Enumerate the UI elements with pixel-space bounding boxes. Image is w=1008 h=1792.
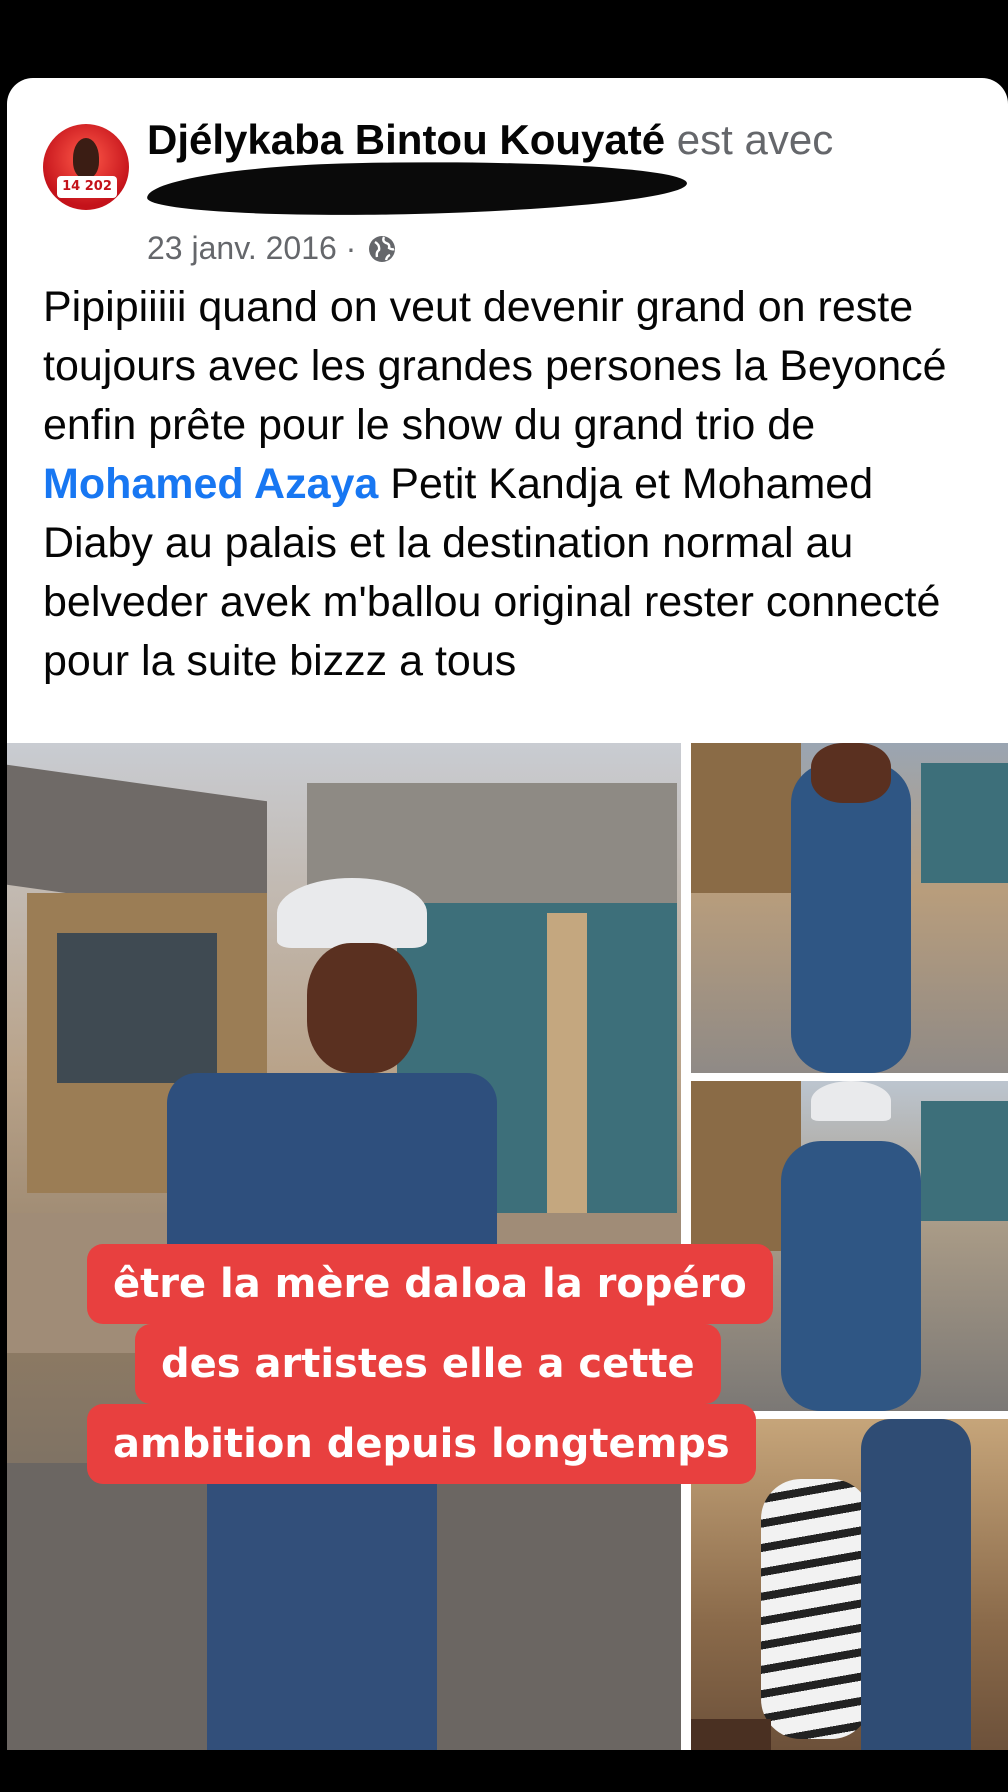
author-avatar[interactable]: 14 202 (43, 124, 129, 210)
author-name[interactable]: Djélykaba Bintou Kouyaté (147, 116, 665, 163)
redacted-tag (146, 157, 688, 219)
post-author-line: Djélykaba Bintou Kouyaté est avec (147, 116, 833, 164)
globe-icon (369, 235, 396, 262)
avatar-badge: 14 202 (57, 176, 117, 198)
avatar-figure (73, 138, 99, 178)
with-text: est avec (665, 116, 834, 163)
caption-line-1: être la mère daloa la ropéro (87, 1244, 773, 1324)
post-date[interactable]: 23 janv. 2016 · (147, 230, 356, 267)
caption-line-3: ambition depuis longtemps (87, 1404, 756, 1484)
post-meta: 23 janv. 2016 · (147, 230, 398, 267)
mention-link[interactable]: Mohamed Azaya (43, 460, 378, 508)
caption-line-2: des artistes elle a cette (135, 1324, 721, 1404)
post-photo-2[interactable] (691, 743, 1008, 1073)
post-text: Pipipiiiii quand on veut devenir grand o… (43, 278, 993, 691)
post-text-part1: Pipipiiiii quand on veut devenir grand o… (43, 283, 947, 449)
post-card: 14 202 Djélykaba Bintou Kouyaté est avec… (7, 78, 1008, 1750)
